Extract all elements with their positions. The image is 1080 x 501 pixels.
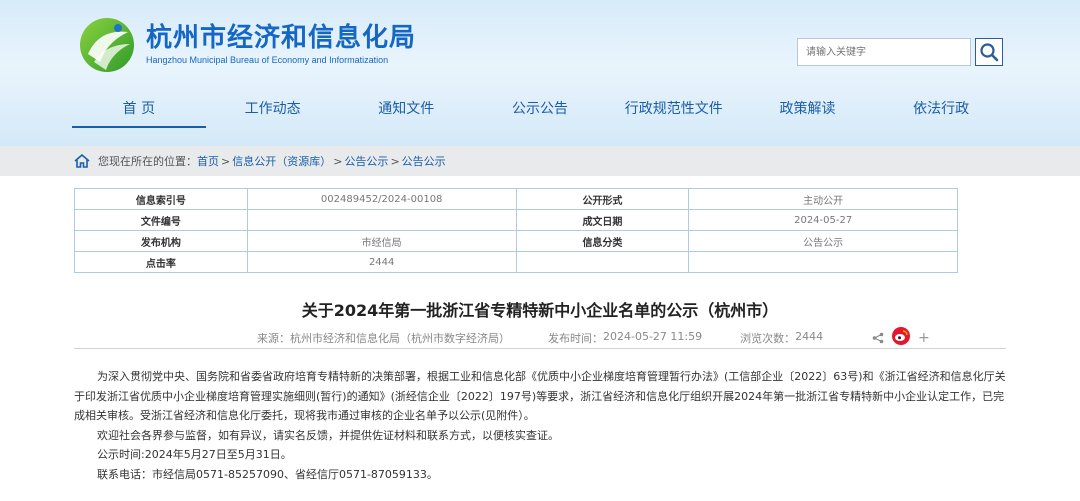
info-table: 信息索引号 002489452/2024-00108 公开形式 主动公开 文件编… [74,188,958,273]
table-key: 信息分类 [515,230,690,252]
source-value: 杭州市经济和信息化局（杭州市数字经济局） [290,332,510,345]
main-nav: 首 页 工作动态 通知文件 公示公告 行政规范性文件 政策解读 依法行政 [72,92,1008,128]
breadcrumb-announcements[interactable]: 公告公示 [344,153,388,169]
table-value: 公告公示 [688,230,958,252]
plus-icon[interactable]: + [918,330,930,346]
nav-notices[interactable]: 通知文件 [339,92,473,128]
table-key: 公开形式 [515,188,690,210]
table-row: 发布机构 市经信局 信息分类 公告公示 [74,230,958,252]
breadcrumb-home[interactable]: 首页 [197,153,219,169]
nav-policy-interpretation[interactable]: 政策解读 [741,92,875,128]
share-tools: + [872,327,930,349]
table-key: 发布机构 [74,230,248,252]
views-value: 2444 [795,330,824,343]
article-paragraph: 为深入贯彻党中央、国务院和省委省政府培育专精特新的决策部署，根据工业和信息化部《… [74,370,1006,422]
weibo-icon[interactable] [892,327,910,349]
nav-home[interactable]: 首 页 [72,92,206,128]
search-input[interactable] [797,38,971,66]
share-icon[interactable] [872,329,884,348]
home-icon[interactable] [74,154,90,168]
table-key: 文件编号 [74,209,248,231]
site-subtitle: Hangzhou Municipal Bureau of Economy and… [146,55,389,65]
table-key: 信息索引号 [74,188,248,210]
search-button[interactable] [975,38,1003,66]
source-label: 来源： [257,332,290,345]
views-label: 浏览次数： [740,332,796,345]
breadcrumb-sep: > [333,154,343,168]
date-value: 2024-05-27 11:59 [603,330,703,343]
site-header: 杭州市经济和信息化局 Hangzhou Municipal Bureau of … [0,0,1080,146]
table-key: 点击率 [74,251,248,273]
article-title: 关于2024年第一批浙江省专精特新中小企业名单的公示（杭州市） [301,301,779,320]
logo-icon[interactable] [78,16,136,74]
article-paragraph: 欢迎社会各界参与监督，如有异议，请实名反馈，并提供佐证材料和联系方式，以便核实查… [97,428,559,442]
nav-work-news[interactable]: 工作动态 [206,92,340,128]
breadcrumb-info-open[interactable]: 信息公开（资源库） [232,153,331,169]
divider [74,348,1006,349]
site-title[interactable]: 杭州市经济和信息化局 [146,22,416,54]
table-row: 文件编号 成文日期 2024-05-27 [74,209,958,231]
table-row: 点击率 2444 [74,251,958,273]
breadcrumb-bar: 您现在所在的位置： 首页 > 信息公开（资源库） > 公告公示 > 公告公示 [0,146,1080,176]
date-label: 发布时间： [548,332,603,345]
breadcrumb: 您现在所在的位置： 首页 > 信息公开（资源库） > 公告公示 > 公告公示 [74,146,446,176]
table-value: 2024-05-27 [688,209,958,231]
table-value: 市经信局 [246,230,517,252]
nav-law-administration[interactable]: 依法行政 [874,92,1008,128]
nav-announcements[interactable]: 公示公告 [473,92,607,128]
table-value [246,209,517,231]
breadcrumb-current[interactable]: 公告公示 [402,153,446,169]
table-value [688,251,958,273]
table-value: 002489452/2024-00108 [246,188,517,210]
table-value: 2444 [246,251,517,273]
article-paragraph: 联系电话：市经信局0571-85257090、省经信厅0571-87059133… [97,467,438,481]
article-meta: 来源： 杭州市经济和信息化局（杭州市数字经济局） 发布时间： 2024-05-2… [257,330,823,346]
breadcrumb-prefix: 您现在所在的位置： [98,155,197,168]
table-row: 信息索引号 002489452/2024-00108 公开形式 主动公开 [74,188,958,210]
breadcrumb-sep: > [221,154,231,168]
nav-regulations[interactable]: 行政规范性文件 [607,92,741,128]
table-key [515,251,690,273]
table-value: 主动公开 [688,188,958,210]
table-key: 成文日期 [515,209,690,231]
article-paragraph: 公示时间:2024年5月27日至5月31日。 [97,448,292,461]
search-icon [980,43,999,62]
breadcrumb-sep: > [390,154,400,168]
article-body: 为深入贯彻党中央、国务院和省委省政府培育专精特新的决策部署，根据工业和信息化部《… [74,367,1008,484]
